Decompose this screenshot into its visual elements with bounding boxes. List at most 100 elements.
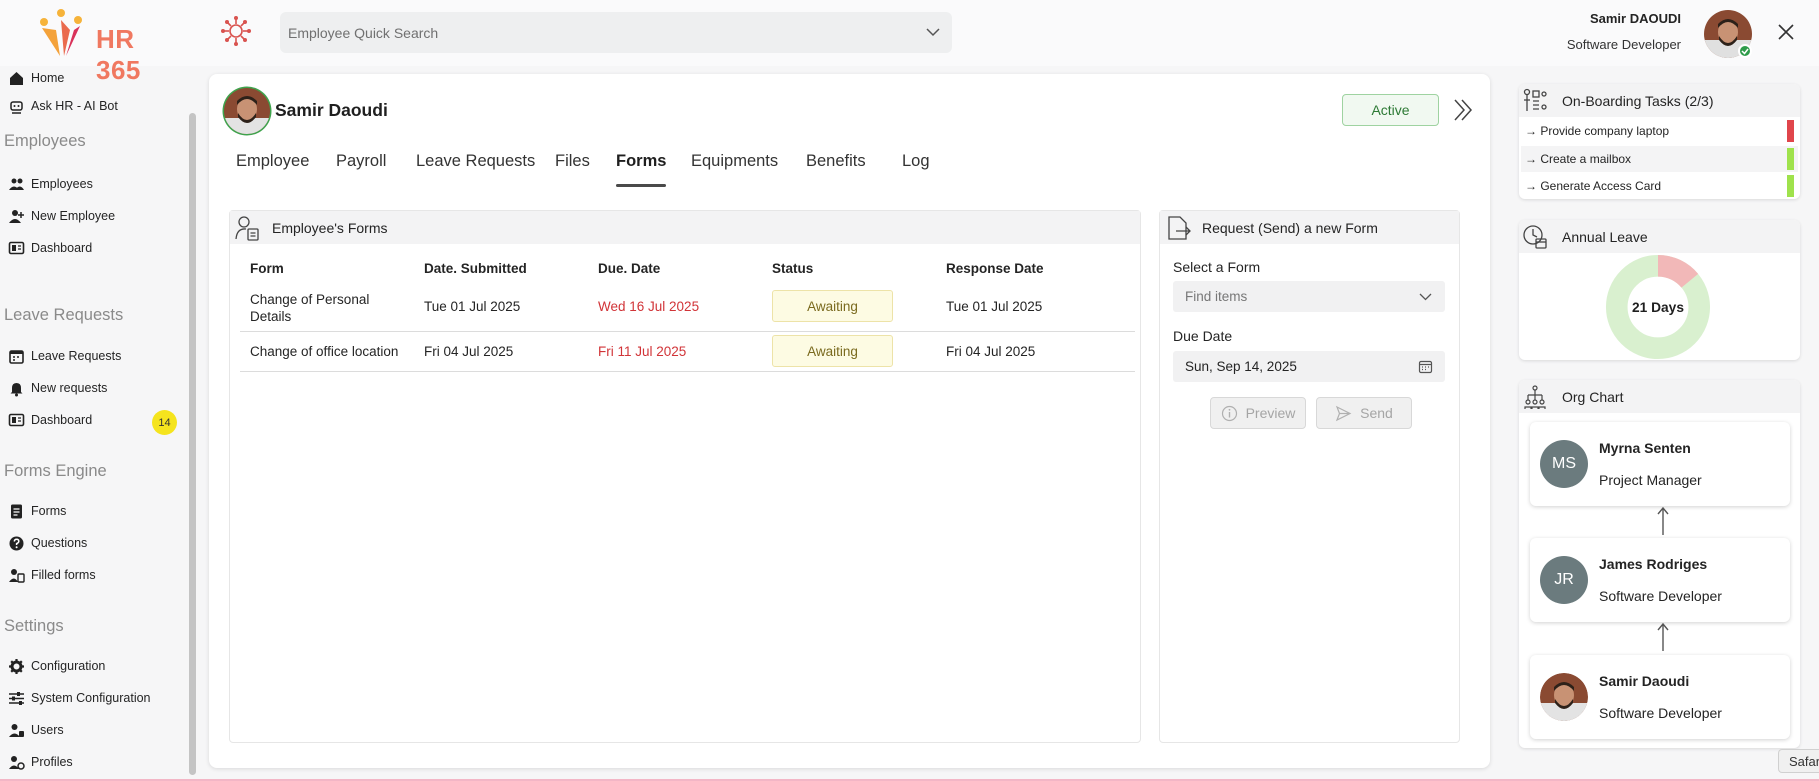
org-node-role: Software Developer: [1599, 705, 1722, 721]
leave-days-label: 21 Days: [1632, 300, 1684, 315]
sidebar-item-leave-dashboard[interactable]: Dashboard: [8, 408, 92, 432]
employee-search-input[interactable]: [280, 12, 900, 53]
app-logo[interactable]: HR 365: [34, 8, 184, 85]
table-row[interactable]: Change of office location Fri 04 Jul 202…: [240, 332, 1135, 372]
status-badge: Awaiting: [772, 290, 893, 322]
column-header-due-date: Due. Date: [598, 261, 661, 276]
sidebar-item-system-configuration[interactable]: System Configuration: [8, 686, 151, 710]
double-chevron-right-icon[interactable]: [1449, 96, 1477, 124]
employee-name: Samir Daoudi: [275, 100, 388, 120]
current-user-avatar[interactable]: [1704, 10, 1752, 58]
close-icon[interactable]: [1774, 20, 1798, 44]
sidebar-item-label: Dashboard: [31, 413, 93, 427]
onboarding-task-item[interactable]: → Generate Access Card: [1521, 173, 1798, 199]
calendar-icon: [1418, 360, 1433, 374]
tab-forms[interactable]: Forms: [616, 152, 667, 187]
sidebar-item-users[interactable]: Users: [8, 718, 64, 742]
send-button[interactable]: Send: [1316, 397, 1412, 429]
send-icon: [1336, 405, 1352, 421]
org-node-samir-daoudi[interactable]: Samir Daoudi Software Developer: [1530, 655, 1790, 739]
home-icon: [10, 71, 23, 85]
table-row[interactable]: Change of Personal Details Tue 01 Jul 20…: [240, 281, 1135, 332]
sidebar-item-label: Questions: [31, 536, 88, 550]
tab-log[interactable]: Log: [902, 152, 930, 171]
onboarding-task-label: → Generate Access Card: [1525, 179, 1662, 193]
safari-tab[interactable]: Safari: [1778, 749, 1819, 773]
sidebar-item-employees[interactable]: Employees: [8, 172, 93, 196]
select-form-label: Select a Form: [1173, 259, 1261, 275]
org-node-avatar: [1540, 673, 1588, 721]
org-node-avatar: MS: [1540, 440, 1588, 488]
onboarding-task-item[interactable]: → Provide company laptop: [1521, 118, 1798, 144]
org-node-myrna-senten[interactable]: MS Myrna Senten Project Manager: [1530, 422, 1790, 506]
tab-benefits[interactable]: Benefits: [806, 152, 866, 171]
sidebar-item-forms[interactable]: Forms: [8, 499, 66, 523]
preview-button[interactable]: Preview: [1210, 397, 1306, 429]
org-chart-header: Org Chart: [1519, 380, 1800, 413]
send-button-label: Send: [1360, 405, 1393, 421]
sidebar-item-label: Home: [31, 71, 65, 85]
org-node-james-rodriges[interactable]: JR James Rodriges Software Developer: [1530, 538, 1790, 622]
tab-leave-requests[interactable]: Leave Requests: [416, 152, 535, 171]
onboarding-tasks-card: On-Boarding Tasks (2/3) → Provide compan…: [1519, 84, 1800, 199]
onboarding-task-item[interactable]: → Create a mailbox: [1521, 146, 1798, 172]
person-add-icon: [9, 209, 24, 223]
filled-form-icon: [9, 568, 25, 583]
sidebar-item-filled-forms[interactable]: Filled forms: [8, 563, 96, 587]
column-header-response-date: Response Date: [946, 261, 1044, 276]
sidebar-item-ask-hr[interactable]: Ask HR - AI Bot: [8, 94, 118, 118]
chevron-down-icon[interactable]: [924, 23, 942, 41]
sidebar-section-employees: Employees: [4, 132, 86, 150]
annual-leave-card: Annual Leave 21 Days: [1519, 220, 1800, 360]
sidebar-scrollbar[interactable]: [189, 113, 196, 775]
current-user-info: Samir DAOUDI Software Developer: [1567, 11, 1681, 52]
sidebar-item-label: Leave Requests: [31, 349, 122, 363]
users-icon: [9, 723, 24, 737]
sidebar-item-home[interactable]: Home: [8, 66, 64, 90]
sidebar-item-label: Ask HR - AI Bot: [31, 99, 118, 113]
arrow-up-icon: [1657, 506, 1669, 535]
column-header-status: Status: [772, 261, 814, 276]
org-chart-card: Org Chart MS Myrna Senten Project Manage…: [1519, 380, 1800, 748]
person-document-icon: [235, 215, 259, 241]
dashboard-icon: [8, 413, 25, 426]
sidebar-item-configuration[interactable]: Configuration: [8, 654, 105, 678]
top-bar: HR 365 Samir DAOUDI Software Developer: [0, 0, 1819, 85]
org-node-role: Project Manager: [1599, 472, 1702, 488]
form-icon: [11, 504, 22, 518]
org-node-role: Software Developer: [1599, 588, 1722, 604]
task-state-indicator: [1787, 120, 1794, 142]
sidebar-section-forms-engine: Forms Engine: [4, 462, 107, 480]
sidebar-item-profiles[interactable]: Profiles: [8, 750, 73, 774]
leave-requests-count-badge: 14: [152, 410, 177, 435]
sidebar-item-label: New requests: [31, 381, 108, 395]
sidebar-section-settings: Settings: [4, 617, 64, 635]
employee-search-box[interactable]: [280, 12, 952, 53]
task-state-indicator: [1787, 175, 1794, 197]
status-badge: Awaiting: [772, 335, 893, 367]
annual-leave-header: Annual Leave: [1519, 220, 1800, 253]
sidebar-item-label: System Configuration: [31, 691, 151, 705]
dashboard-icon: [8, 241, 25, 254]
sidebar-section-leave-requests: Leave Requests: [4, 306, 124, 324]
sidebar-item-label: New Employee: [31, 209, 116, 223]
sidebar-item-new-employee[interactable]: New Employee: [8, 204, 115, 228]
sidebar-item-leave-requests[interactable]: Leave Requests: [8, 344, 121, 368]
select-form-dropdown[interactable]: Find items: [1173, 281, 1445, 312]
employee-forms-header: Employee's Forms: [230, 211, 1140, 244]
sidebar-item-employees-dashboard[interactable]: Dashboard: [8, 236, 92, 260]
arrow-up-icon: [1657, 622, 1669, 651]
virus-icon[interactable]: [220, 15, 252, 47]
sidebar-item-new-requests[interactable]: New requests: [8, 376, 107, 400]
sidebar-item-questions[interactable]: Questions: [8, 531, 87, 555]
tab-payroll[interactable]: Payroll: [336, 152, 386, 171]
sliders-icon: [9, 691, 24, 705]
tab-equipments[interactable]: Equipments: [691, 152, 778, 171]
tab-files[interactable]: Files: [555, 152, 590, 171]
select-form-placeholder: Find items: [1185, 289, 1248, 304]
due-date-picker[interactable]: Sun, Sep 14, 2025: [1173, 351, 1445, 382]
response-date-cell: Fri 04 Jul 2025: [946, 344, 1036, 359]
hr365-logo-icon: [40, 9, 82, 56]
employee-detail-card: Samir Daoudi Active Employee Payroll Lea…: [209, 74, 1490, 768]
tab-employee[interactable]: Employee: [236, 152, 309, 171]
